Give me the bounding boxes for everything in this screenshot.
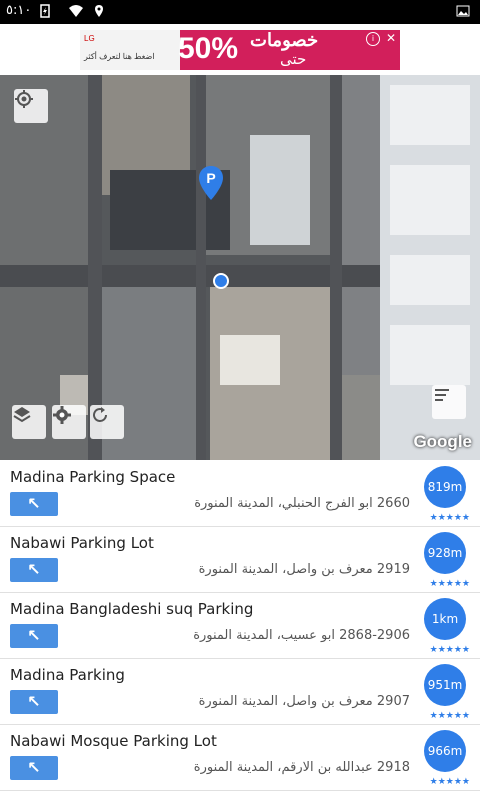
list-toggle-button[interactable] bbox=[432, 385, 466, 419]
place-address: 2868-2906 ابو عسيب، المدينة المنورة bbox=[193, 628, 410, 643]
refresh-icon bbox=[93, 407, 107, 422]
navigate-button[interactable]: ↖ bbox=[10, 756, 58, 780]
distance-badge: 1km bbox=[424, 598, 466, 640]
current-location-dot bbox=[213, 273, 229, 289]
list-icon bbox=[435, 389, 449, 401]
distance-badge: 928m bbox=[424, 532, 466, 574]
refresh-button[interactable] bbox=[90, 405, 124, 439]
place-address: 2907 معرف بن واصل، المدينة المنورة bbox=[198, 694, 410, 709]
ad-brand-logo: LG bbox=[84, 34, 95, 43]
list-item[interactable]: Nabawi Parking Lot ↖ 2919 معرف بن واصل، … bbox=[0, 526, 480, 593]
map-view[interactable]: P Google bbox=[0, 75, 480, 460]
ad-headline: خصومات bbox=[250, 30, 319, 50]
navigate-button[interactable]: ↖ bbox=[10, 558, 58, 582]
crosshair-icon bbox=[15, 90, 33, 108]
ad-percent: 50% bbox=[178, 32, 239, 65]
place-name: Nabawi Parking Lot bbox=[10, 534, 154, 552]
parking-marker-icon[interactable]: P bbox=[198, 165, 224, 201]
ad-cta-text[interactable]: اضغط هنا لتعرف أكثر bbox=[84, 52, 154, 61]
place-address: 2660 ابو الفرج الحنبلي، المدينة المنورة bbox=[194, 496, 410, 511]
navigate-button[interactable]: ↖ bbox=[10, 690, 58, 714]
satellite-map bbox=[0, 75, 480, 460]
navigate-button[interactable]: ↖ bbox=[10, 492, 58, 516]
location-icon bbox=[95, 5, 103, 17]
wifi-icon bbox=[69, 5, 83, 17]
ad-subline: حتى bbox=[280, 51, 307, 68]
rating-stars: ★★★★★ bbox=[429, 777, 470, 787]
gallery-icon bbox=[456, 5, 470, 17]
gear-icon bbox=[53, 406, 71, 424]
rating-stars: ★★★★★ bbox=[429, 513, 470, 523]
rating-stars: ★★★★★ bbox=[429, 711, 470, 721]
ad-close-icon[interactable]: ✕ bbox=[386, 31, 396, 45]
my-location-button[interactable] bbox=[14, 89, 48, 123]
layers-icon bbox=[13, 407, 31, 423]
distance-badge: 819m bbox=[424, 466, 466, 508]
layers-button[interactable] bbox=[12, 405, 46, 439]
status-time: ٥:١٠ bbox=[6, 3, 32, 18]
list-item[interactable]: Madina Parking ↖ 2907 معرف بن واصل، المد… bbox=[0, 658, 480, 725]
navigate-button[interactable]: ↖ bbox=[10, 624, 58, 648]
place-name: Madina Bangladeshi suq Parking bbox=[10, 600, 254, 618]
list-item-partial[interactable] bbox=[0, 790, 480, 800]
place-name: Madina Parking bbox=[10, 666, 125, 684]
rating-stars: ★★★★★ bbox=[429, 579, 470, 589]
ad-left-panel: LG اضغط هنا لتعرف أكثر bbox=[80, 30, 180, 70]
svg-text:P: P bbox=[206, 170, 215, 186]
place-address: 2918 عبدالله بن الارقم، المدينة المنورة bbox=[193, 760, 410, 775]
place-name: Madina Parking Space bbox=[10, 468, 176, 486]
status-bar: ٥:١٠ bbox=[0, 0, 480, 24]
ad-banner[interactable]: LG اضغط هنا لتعرف أكثر 50% خصومات حتى i … bbox=[80, 30, 400, 70]
place-address: 2919 معرف بن واصل، المدينة المنورة bbox=[198, 562, 410, 577]
ad-info-icon[interactable]: i bbox=[366, 32, 380, 46]
list-item[interactable]: Madina Bangladeshi suq Parking ↖ 2868-29… bbox=[0, 592, 480, 659]
rating-stars: ★★★★★ bbox=[429, 645, 470, 655]
list-item[interactable]: Madina Parking Space ↖ 2660 ابو الفرج ال… bbox=[0, 460, 480, 527]
settings-button[interactable] bbox=[52, 405, 86, 439]
place-name: Nabawi Mosque Parking Lot bbox=[10, 732, 217, 750]
distance-badge: 966m bbox=[424, 730, 466, 772]
google-attribution: Google bbox=[413, 432, 472, 451]
distance-badge: 951m bbox=[424, 664, 466, 706]
parking-list[interactable]: Madina Parking Space ↖ 2660 ابو الفرج ال… bbox=[0, 460, 480, 800]
battery-saver-icon bbox=[40, 4, 50, 18]
list-item[interactable]: Nabawi Mosque Parking Lot ↖ 2918 عبدالله… bbox=[0, 724, 480, 791]
